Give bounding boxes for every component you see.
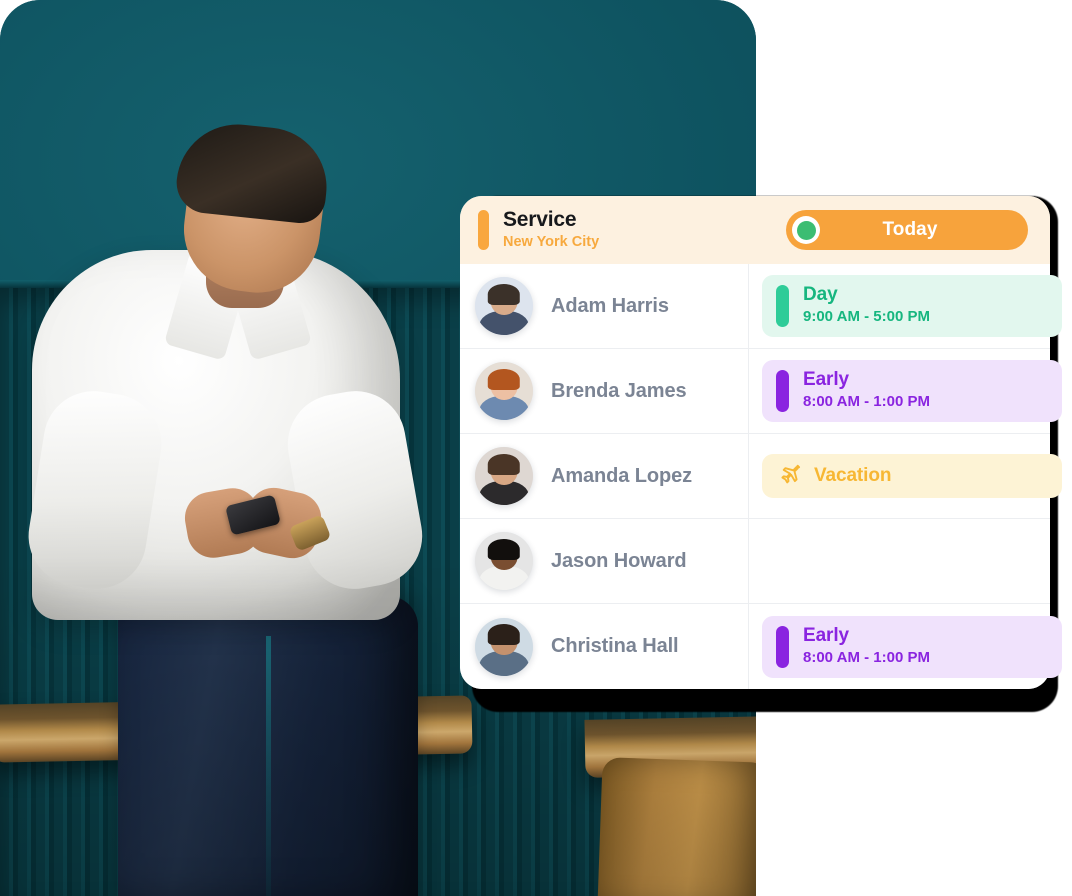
person-name: Christina Hall	[551, 635, 679, 657]
shift-title: Early	[803, 369, 849, 391]
shift-time-range: 8:00 AM - 1:00 PM	[803, 393, 930, 411]
shift-chip-early[interactable]: Early 8:00 AM - 1:00 PM	[762, 615, 1062, 678]
header-accent-bar	[478, 210, 489, 250]
shift-title: Vacation	[814, 465, 892, 487]
avatar-jason-howard[interactable]	[475, 532, 533, 590]
card-body: Adam Harris Day 9:00 AM - 5:00 PM Brenda Ja…	[460, 264, 1062, 689]
shift-cell	[748, 519, 1050, 604]
page-title: Service	[503, 208, 577, 232]
shift-time-range: 9:00 AM - 5:00 PM	[803, 308, 930, 326]
person-name: Brenda James	[551, 379, 687, 402]
avatar-hair	[487, 283, 521, 305]
today-toggle-button[interactable]: Today	[786, 210, 1028, 250]
avatar-amanda-lopez[interactable]	[475, 447, 533, 505]
screenshot-root: Service New York City Today Adam Harris D…	[0, 0, 1072, 896]
person-name: Amanda Lopez	[551, 464, 693, 487]
schedule-card: Service New York City Today Adam Harris D…	[460, 196, 1062, 689]
avatar-hair	[487, 538, 521, 560]
shift-cell: Early 8:00 AM - 1:00 PM	[748, 604, 1062, 689]
avatar-hair	[487, 453, 521, 475]
shift-chip-day[interactable]: Day 9:00 AM - 5:00 PM	[762, 275, 1062, 337]
shift-text: Early 8:00 AM - 1:00 PM	[803, 369, 930, 412]
header-subtitle: New York City	[503, 233, 600, 250]
shift-color-bar	[776, 285, 789, 327]
person-cell: Brenda James	[460, 362, 748, 420]
shift-cell: Day 9:00 AM - 5:00 PM	[748, 264, 1062, 349]
person-name: Adam Harris	[551, 294, 669, 317]
shift-title: Day	[803, 284, 838, 306]
table-row[interactable]: Christina Hall Early 8:00 AM - 1:00 PM	[460, 604, 1062, 689]
person-name: Jason Howard	[551, 549, 687, 572]
table-row[interactable]: Adam Harris Day 9:00 AM - 5:00 PM	[460, 264, 1062, 349]
person-cell: Amanda Lopez	[460, 447, 748, 505]
shift-title: Early	[803, 624, 849, 646]
avatar-hair	[487, 368, 521, 390]
person-cell: Adam Harris	[460, 277, 748, 335]
avatar-adam-harris[interactable]	[475, 277, 533, 335]
airplane-icon	[781, 464, 801, 484]
person-cell: Christina Hall	[460, 617, 748, 676]
shift-text: Early 8:00 AM - 1:00 PM	[803, 625, 930, 668]
shift-cell: Early 8:00 AM - 1:00 PM	[748, 349, 1062, 434]
shift-color-bar	[776, 370, 789, 412]
shift-text: Vacation	[814, 465, 891, 487]
avatar-brenda-james[interactable]	[475, 362, 533, 420]
shift-cell: Vacation	[748, 434, 1062, 519]
card-header: Service New York City Today	[460, 196, 1050, 264]
shift-time-range: 8:00 AM - 1:00 PM	[803, 648, 930, 666]
shift-color-bar	[776, 625, 789, 668]
shift-chip-vacation[interactable]: Vacation	[762, 454, 1062, 498]
table-row[interactable]: Jason Howard	[460, 519, 1050, 604]
avatar-christina-hall[interactable]	[475, 617, 533, 676]
shift-text: Day 9:00 AM - 5:00 PM	[803, 284, 930, 327]
table-row[interactable]: Brenda James Early 8:00 AM - 1:00 PM	[460, 349, 1062, 434]
green-status-dot-icon	[792, 216, 820, 244]
table-row[interactable]: Amanda Lopez Vacation	[460, 434, 1062, 519]
person-cell: Jason Howard	[460, 532, 748, 590]
header-titles: Service New York City	[503, 208, 600, 251]
today-toggle-label: Today	[882, 219, 938, 240]
shift-chip-early[interactable]: Early 8:00 AM - 1:00 PM	[762, 360, 1062, 422]
schedule-row-list: Adam Harris Day 9:00 AM - 5:00 PM Brenda Ja…	[460, 264, 1062, 689]
avatar-hair	[487, 624, 521, 646]
